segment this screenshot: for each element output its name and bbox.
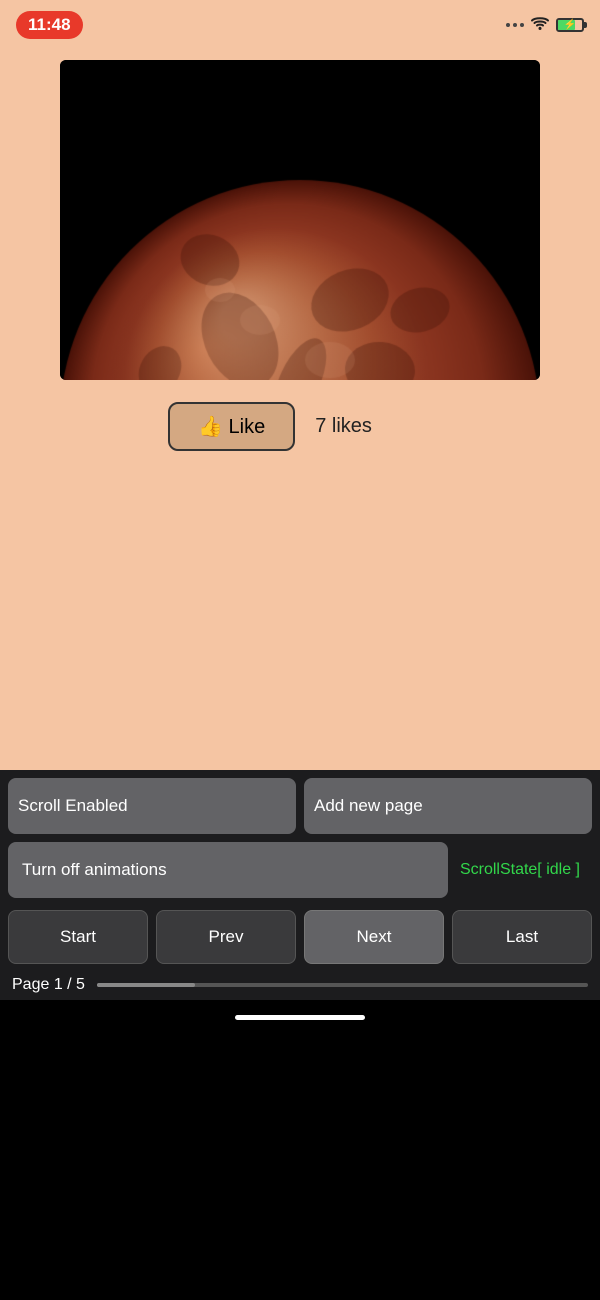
add-new-page-button[interactable]: Add new page <box>304 778 592 834</box>
page-text: Page 1 / 5 <box>12 976 85 994</box>
last-button[interactable]: Last <box>452 910 592 964</box>
toolbar-row2: Turn off animations ScrollState[ idle ] <box>0 838 600 902</box>
battery-icon: ⚡ <box>556 18 584 32</box>
main-content: 👍 Like 7 likes Scroll Enabled Add new pa… <box>0 50 600 1000</box>
bottom-toolbar: Scroll Enabled Add new page Turn off ani… <box>0 770 600 1000</box>
like-section: 👍 Like 7 likes <box>168 402 372 451</box>
progress-bar-fill <box>97 983 195 987</box>
scroll-state-label: ScrollState[ idle ] <box>448 861 592 879</box>
moon-canvas <box>60 60 540 380</box>
moon-image-container <box>60 60 540 380</box>
status-bar: 11:48 ⚡ <box>0 0 600 50</box>
progress-bar <box>97 983 588 987</box>
start-button[interactable]: Start <box>8 910 148 964</box>
next-button[interactable]: Next <box>304 910 444 964</box>
like-button[interactable]: 👍 Like <box>168 402 295 451</box>
home-bar <box>235 1015 365 1020</box>
prev-button[interactable]: Prev <box>156 910 296 964</box>
signal-dots-icon <box>506 23 524 27</box>
toolbar-row1: Scroll Enabled Add new page <box>0 770 600 838</box>
toolbar-row3: Start Prev Next Last <box>0 902 600 972</box>
like-count: 7 likes <box>315 415 372 438</box>
wifi-icon <box>530 15 550 36</box>
status-time: 11:48 <box>16 11 83 39</box>
home-indicator <box>0 1000 600 1034</box>
scroll-enabled-button[interactable]: Scroll Enabled <box>8 778 296 834</box>
turn-off-animations-button[interactable]: Turn off animations <box>8 842 448 898</box>
status-icons: ⚡ <box>506 15 584 36</box>
page-indicator: Page 1 / 5 <box>0 972 600 1000</box>
